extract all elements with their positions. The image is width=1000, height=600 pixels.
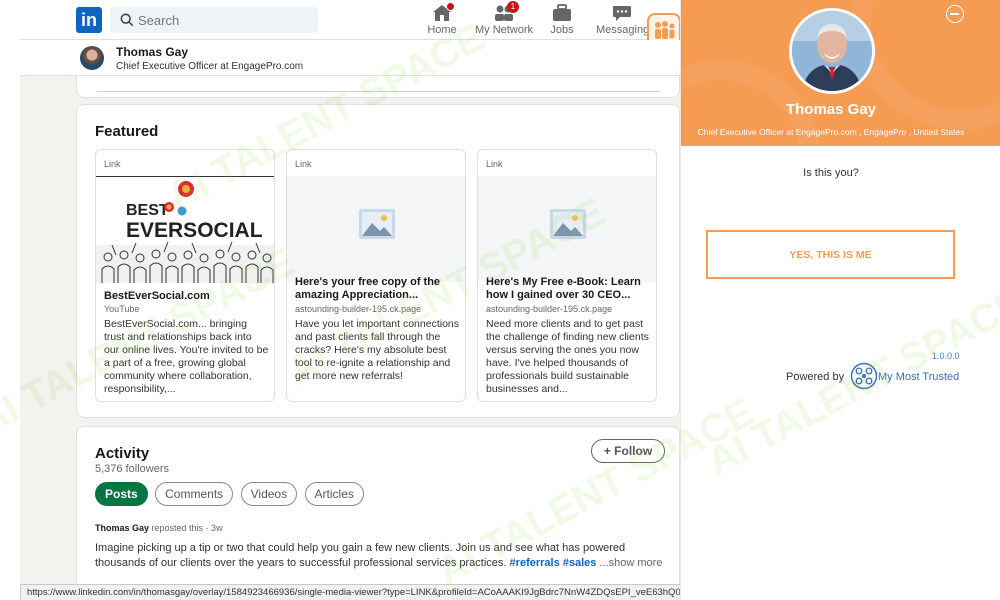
post-text: Imagine picking up a tip or two that cou… (95, 541, 670, 571)
card-source: astounding-builder-195.ck.page (486, 304, 613, 314)
card-thumbnail (478, 176, 656, 282)
network-icon: 1 (493, 1, 519, 22)
brand-link[interactable]: My Most Trusted (878, 371, 959, 383)
panel-header: Thomas Gay Chief Executive Officer at En… (681, 0, 1000, 146)
confirm-identity-button[interactable]: YES, THIS IS ME (706, 230, 955, 279)
image-placeholder-icon (359, 209, 395, 239)
repost-line: Thomas Gay reposted this · 3w (95, 523, 223, 533)
activity-tabs: Posts Comments Videos Articles (95, 482, 367, 506)
sticky-profile-header: Thomas Gay Chief Executive Officer at En… (20, 40, 700, 76)
svg-text:BEST: BEST (126, 202, 169, 219)
browser-status-url: https://www.linkedin.com/in/thomasgay/ov… (20, 584, 705, 600)
repost-meta: reposted this · 3w (149, 523, 223, 533)
nav-jobs[interactable]: Jobs (544, 4, 580, 38)
nav-home[interactable]: Home (418, 2, 466, 38)
tab-comments[interactable]: Comments (155, 482, 234, 506)
home-notification-dot (446, 2, 455, 11)
version-label: 1.0.0.0 (932, 351, 960, 361)
profile-photo (789, 8, 875, 94)
my-most-trusted-logo-icon (850, 362, 878, 390)
extension-panel: Thomas Gay Chief Executive Officer at En… (680, 0, 1000, 600)
tab-articles[interactable]: Articles (304, 482, 364, 506)
featured-title: Featured (95, 123, 159, 140)
avatar[interactable] (80, 46, 104, 70)
search-box[interactable] (110, 7, 318, 33)
activity-title: Activity (95, 445, 150, 462)
profile-name: Thomas Gay (116, 45, 189, 59)
close-icon[interactable] (946, 5, 964, 23)
messaging-icon (611, 4, 633, 22)
card-description: Need more clients and to get past the ch… (486, 318, 649, 395)
powered-by-label: Powered by (786, 371, 845, 383)
show-more-link[interactable]: ...show more (599, 557, 662, 569)
card-type-label: Link (295, 159, 312, 169)
search-input[interactable] (138, 7, 313, 33)
jobs-icon (551, 4, 573, 22)
card-title[interactable]: Here's My Free e-Book: Learn how I gaine… (486, 276, 651, 302)
follow-button[interactable]: + Follow (591, 439, 665, 463)
card-source: YouTube (104, 304, 140, 314)
network-badge: 1 (507, 1, 519, 13)
svg-text:EVERSOCIAL: EVERSOCIAL (126, 219, 263, 242)
featured-card[interactable]: Link Here's My Free e-Book: Learn how I … (477, 149, 657, 402)
divider (97, 91, 661, 92)
page-left-gutter (0, 0, 20, 600)
card-title[interactable]: BestEverSocial.com (104, 290, 269, 303)
activity-section: Activity 5,376 followers + Follow Posts … (76, 426, 680, 600)
featured-card[interactable]: Link Here's your free copy of the amazin… (286, 149, 466, 402)
card-description: Have you let important connections and p… (295, 318, 460, 382)
home-icon (431, 2, 455, 22)
panel-profile-name: Thomas Gay (785, 101, 877, 118)
card-thumbnail (287, 176, 465, 282)
panel-profile-headline: Chief Executive Officer at EngagePro.com… (697, 127, 965, 137)
featured-card[interactable]: Link BEST EVERSOCIAL BestEverSocial.com … (95, 149, 275, 402)
card-type-label: Link (104, 159, 121, 169)
nav-my-network[interactable]: 1 My Network (472, 1, 536, 38)
nav-messaging[interactable]: Messaging (596, 4, 649, 38)
card-title[interactable]: Here's your free copy of the amazing App… (295, 276, 460, 302)
card-type-label: Link (486, 159, 503, 169)
post-hashtags[interactable]: #referrals #sales (510, 557, 597, 569)
profile-photo-image (792, 11, 872, 91)
tab-posts[interactable]: Posts (95, 482, 148, 506)
search-icon (120, 13, 134, 27)
card-description: BestEverSocial.com... bringing trust and… (104, 318, 269, 395)
repost-author[interactable]: Thomas Gay (95, 523, 149, 533)
previous-section-card (76, 76, 680, 98)
identity-question: Is this you? (803, 167, 859, 179)
followers-count: 5,376 followers (95, 463, 169, 475)
besteversocial-thumbnail: BEST EVERSOCIAL (96, 176, 274, 283)
card-source: astounding-builder-195.ck.page (295, 304, 422, 314)
top-nav: in Home 1 My Network Jobs Messaging (20, 0, 700, 47)
besteversocial-logo-image: BEST EVERSOCIAL (96, 177, 274, 283)
image-placeholder-icon (550, 209, 586, 239)
featured-section: Featured Link BEST EVERSOCIAL BestEverSo… (76, 104, 680, 418)
linkedin-logo[interactable]: in (76, 7, 102, 33)
profile-headline: Chief Executive Officer at EngagePro.com (116, 61, 304, 72)
tab-videos[interactable]: Videos (240, 482, 298, 506)
